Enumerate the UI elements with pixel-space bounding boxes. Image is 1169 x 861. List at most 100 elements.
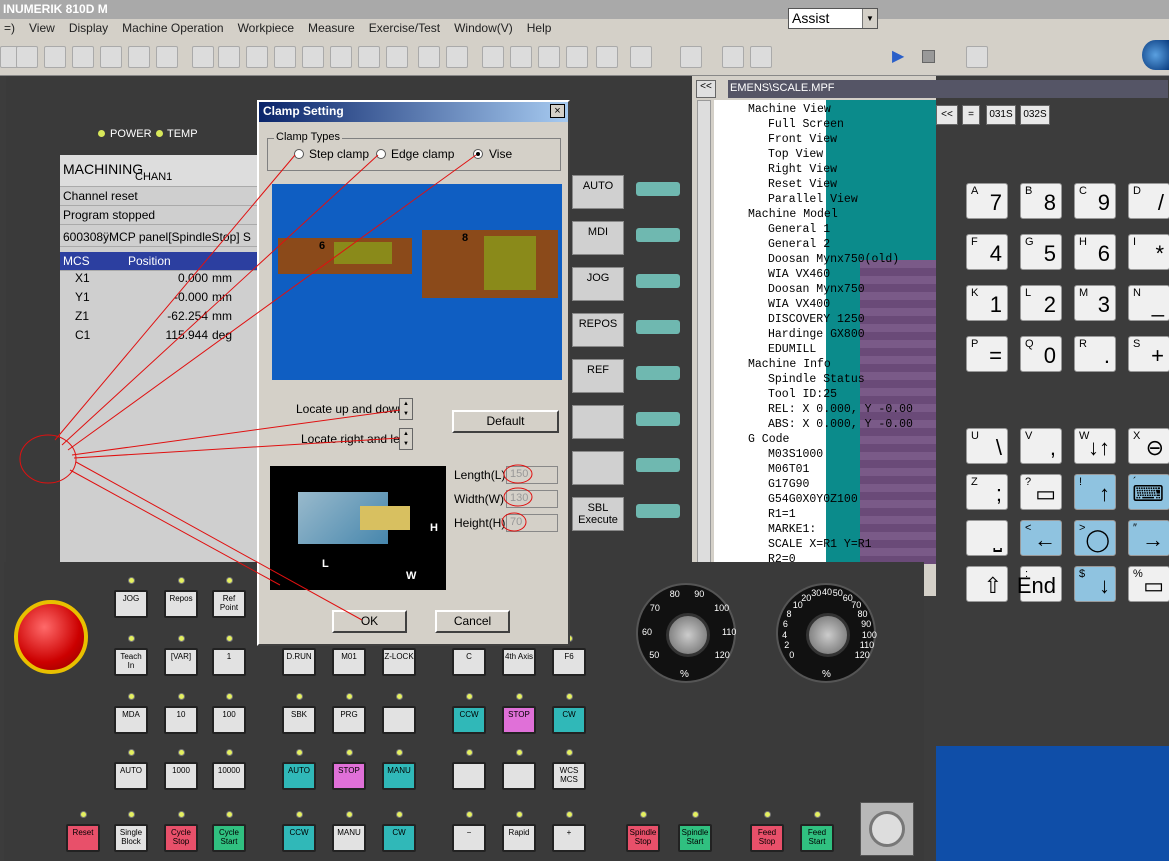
mcp-button-1[interactable]: Repos (164, 590, 198, 618)
mcp-button-42[interactable]: Feed Stop (750, 824, 784, 852)
toolbar-icon-23[interactable] (680, 46, 702, 68)
key-24[interactable]: ⎵ (966, 520, 1008, 556)
menu-item-1[interactable]: View (29, 21, 55, 36)
menu-item-0[interactable]: =) (4, 21, 15, 36)
tree-item[interactable]: Tool ID:25 (768, 388, 837, 401)
menu-item-6[interactable]: Exercise/Test (369, 21, 440, 36)
softkey-side-6[interactable] (636, 458, 680, 472)
toolbar-icon-7[interactable] (192, 46, 214, 68)
locate-up-down-spinner[interactable]: ▲ ▼ (399, 398, 413, 420)
mcp-button-29[interactable]: WCS MCS (552, 762, 586, 790)
key-22[interactable]: ! ↑ (1074, 474, 1116, 510)
softkey-side-0[interactable] (636, 182, 680, 196)
small-button-2[interactable]: 031S (986, 105, 1016, 125)
radio-vise[interactable] (473, 149, 483, 159)
toolbar-icon-11[interactable] (302, 46, 324, 68)
softkey-6[interactable] (572, 451, 624, 485)
key-1[interactable]: B8 (1020, 183, 1062, 219)
menu-item-7[interactable]: Window(V) (454, 21, 513, 36)
tree-item[interactable]: M03S1000 (768, 448, 823, 461)
tree-item[interactable]: Parallel View (768, 193, 858, 206)
mcp-button-26[interactable]: MANU (382, 762, 416, 790)
tree-item[interactable]: Machine Model (748, 208, 838, 221)
small-button-0[interactable]: << (936, 105, 958, 125)
mcp-button-31[interactable]: Single Block (114, 824, 148, 852)
menu-item-3[interactable]: Machine Operation (122, 21, 223, 36)
tree-item[interactable]: WIA VX460 (768, 268, 830, 281)
mcp-button-33[interactable]: Cycle Start (212, 824, 246, 852)
mcp-button-27[interactable] (452, 762, 486, 790)
mcp-button-16[interactable]: PRG (332, 706, 366, 734)
tree-item[interactable]: Machine Info (748, 358, 831, 371)
tree-item[interactable]: DISCOVERY 1250 (768, 313, 865, 326)
key-18[interactable]: W ↓↑ (1074, 428, 1116, 464)
toolbar-icon-10[interactable] (274, 46, 296, 68)
tree-item[interactable]: MARKE1: (768, 523, 816, 536)
mcp-button-18[interactable]: CCW (452, 706, 486, 734)
toolbar-icon-12[interactable] (330, 46, 352, 68)
tree-item[interactable]: Top View (768, 148, 823, 161)
mcp-button-10[interactable]: 4th Axis (502, 648, 536, 676)
key-28[interactable]: ⇧ (966, 566, 1008, 602)
mcp-button-4[interactable]: [VAR] (164, 648, 198, 676)
tree-item[interactable]: General 2 (768, 238, 830, 251)
softkey-7[interactable]: SBL Execute (572, 497, 624, 531)
tree-item[interactable]: R1=1 (768, 508, 796, 521)
mcp-button-20[interactable]: CW (552, 706, 586, 734)
mcp-button-22[interactable]: 1000 (164, 762, 198, 790)
menu-item-4[interactable]: Workpiece (238, 21, 294, 36)
toolbar-icon-5[interactable] (128, 46, 150, 68)
softkey-0[interactable]: AUTO (572, 175, 624, 209)
key-30[interactable]: $ ↓ (1074, 566, 1116, 602)
mcp-button-2[interactable]: Ref Point (212, 590, 246, 618)
tree-item[interactable]: Doosan Mynx750 (768, 283, 865, 296)
ok-button[interactable]: OK (332, 610, 407, 633)
key-17[interactable]: V, (1020, 428, 1062, 464)
length-field[interactable]: 150 (506, 466, 558, 484)
softkey-side-4[interactable] (636, 366, 680, 380)
tree-item[interactable]: SCALE X=R1 Y=R1 (768, 538, 872, 551)
toolbar-icon-9[interactable] (246, 46, 268, 68)
mcp-button-11[interactable]: F6 (552, 648, 586, 676)
key-12[interactable]: P = (966, 336, 1008, 372)
key-15[interactable]: S + (1128, 336, 1169, 372)
key-20[interactable]: Z; (966, 474, 1008, 510)
mcp-button-38[interactable]: Rapid (502, 824, 536, 852)
mcp-button-21[interactable]: AUTO (114, 762, 148, 790)
play-icon[interactable]: ▶ (892, 46, 904, 66)
mcp-button-6[interactable]: D.RUN (282, 648, 316, 676)
key-4[interactable]: F4 (966, 234, 1008, 270)
toolbar-icon-25[interactable] (750, 46, 772, 68)
tree-item[interactable]: Reset View (768, 178, 837, 191)
scrollbar[interactable] (697, 100, 711, 564)
toolbar-icon-4[interactable] (100, 46, 122, 68)
key-23[interactable]: ´ ⌨ (1128, 474, 1169, 510)
mcp-button-7[interactable]: M01 (332, 648, 366, 676)
key-7[interactable]: I * (1128, 234, 1169, 270)
radio-edge-clamp[interactable] (376, 149, 386, 159)
key-10[interactable]: M3 (1074, 285, 1116, 321)
softkey-side-7[interactable] (636, 504, 680, 518)
mcp-button-35[interactable]: MANU (332, 824, 366, 852)
key-27[interactable]: ″ → (1128, 520, 1169, 556)
toolbar-icon-20[interactable] (566, 46, 588, 68)
softkey-side-2[interactable] (636, 274, 680, 288)
softkey-side-1[interactable] (636, 228, 680, 242)
close-icon[interactable]: × (550, 104, 565, 118)
mcp-button-12[interactable]: MDA (114, 706, 148, 734)
mcp-button-23[interactable]: 10000 (212, 762, 246, 790)
tree-item[interactable]: General 1 (768, 223, 830, 236)
tree-item[interactable]: Front View (768, 133, 837, 146)
radio-step-clamp[interactable] (294, 149, 304, 159)
softkey-3[interactable]: REPOS (572, 313, 624, 347)
mcp-button-37[interactable]: − (452, 824, 486, 852)
mcp-button-40[interactable]: Spindle Stop (626, 824, 660, 852)
toolbar-icon-8[interactable] (218, 46, 240, 68)
emergency-stop-button[interactable] (14, 600, 88, 674)
mcp-button-36[interactable]: CW (382, 824, 416, 852)
stop-icon[interactable] (922, 50, 935, 63)
key-14[interactable]: R. (1074, 336, 1116, 372)
toolbar-icon-17[interactable] (482, 46, 504, 68)
key-2[interactable]: C9 (1074, 183, 1116, 219)
mcp-button-41[interactable]: Spindle Start (678, 824, 712, 852)
